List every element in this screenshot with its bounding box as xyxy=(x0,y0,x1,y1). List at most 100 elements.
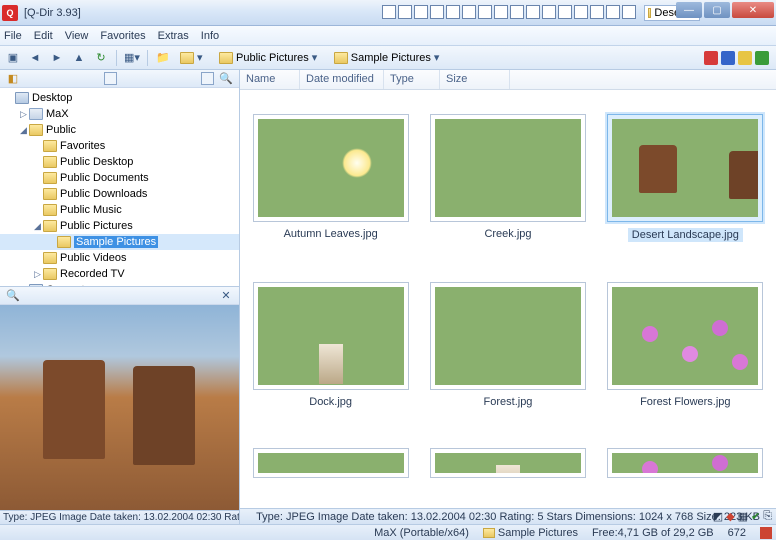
col-date[interactable]: Date modified xyxy=(300,70,384,89)
color-swatch[interactable] xyxy=(738,51,752,65)
tree-item[interactable]: ◢ Public xyxy=(0,122,239,138)
thumbnail-item[interactable]: Desert Landscape.jpg xyxy=(604,114,766,242)
tree-item-label: Public Pictures xyxy=(60,220,133,232)
thumbnail-image xyxy=(612,287,758,385)
tree-item-label: Desktop xyxy=(32,92,72,104)
tree-toggle-icon[interactable]: ◧ xyxy=(4,70,22,88)
color-swatch[interactable] xyxy=(721,51,735,65)
thumbnail-item[interactable]: Forest Flowers.jpg xyxy=(604,282,766,408)
tree-item[interactable]: Public Downloads xyxy=(0,186,239,202)
layout-preset[interactable] xyxy=(430,5,444,19)
tree-grid-icon[interactable] xyxy=(201,72,214,85)
folder-shortcut-1[interactable]: ▾ xyxy=(176,51,211,64)
layout-preset[interactable] xyxy=(398,5,412,19)
preview-panel-header: 🔍 ✕ xyxy=(0,287,239,305)
new-button[interactable]: ▣ xyxy=(4,49,22,67)
thumbnail-item[interactable]: Creek.jpg xyxy=(427,114,589,242)
status-count: 672 xyxy=(728,527,746,539)
folder-icon xyxy=(43,268,57,280)
layout-preset[interactable] xyxy=(558,5,572,19)
color-swatch[interactable] xyxy=(704,51,718,65)
info-tool-icon[interactable]: ▦ xyxy=(738,510,748,523)
thumbnail-image xyxy=(258,287,404,385)
layout-preset[interactable] xyxy=(526,5,540,19)
refresh-button[interactable]: ↻ xyxy=(92,49,110,67)
tree-item[interactable]: Favorites xyxy=(0,138,239,154)
tree-search-icon[interactable]: 🔍 xyxy=(217,70,235,88)
breadcrumb-public-pictures[interactable]: Public Pictures▾ xyxy=(215,51,326,64)
col-name[interactable]: Name xyxy=(240,70,300,89)
close-button[interactable]: ✕ xyxy=(732,2,774,18)
info-tool-icon[interactable]: ◆ xyxy=(726,510,734,523)
layout-preset[interactable] xyxy=(478,5,492,19)
tree-item[interactable]: Desktop xyxy=(0,90,239,106)
info-tool-icon[interactable]: ✔ xyxy=(751,510,760,523)
menu-view[interactable]: View xyxy=(65,30,89,42)
info-tool-icon[interactable]: ⎘ xyxy=(763,510,772,523)
expand-icon[interactable]: ▷ xyxy=(18,109,29,120)
folder-icon xyxy=(43,188,57,200)
expand-icon[interactable]: ◢ xyxy=(18,125,29,136)
layout-preset[interactable] xyxy=(510,5,524,19)
thumbnail-item[interactable] xyxy=(604,448,766,478)
folder-tree[interactable]: Desktop▷MaX◢PublicFavoritesPublic Deskto… xyxy=(0,88,239,287)
folder-icon xyxy=(43,220,57,232)
minimize-button[interactable]: — xyxy=(676,2,702,18)
layout-preset[interactable] xyxy=(462,5,476,19)
tree-item[interactable]: ▷ MaX xyxy=(0,106,239,122)
tree-item-label: Public Downloads xyxy=(60,188,147,200)
view-style-button[interactable]: ▦▾ xyxy=(123,49,141,67)
color-swatch[interactable] xyxy=(755,51,769,65)
tree-item[interactable]: Public Documents xyxy=(0,170,239,186)
thumbnail-image xyxy=(435,119,581,217)
expand-icon[interactable]: ◢ xyxy=(32,221,43,232)
thumbnail-item[interactable]: Autumn Leaves.jpg xyxy=(250,114,412,242)
tree-item[interactable]: ◢ Public Pictures xyxy=(0,218,239,234)
up-button[interactable]: ▲ xyxy=(70,49,88,67)
tree-item[interactable]: ▷Recorded TV xyxy=(0,266,239,282)
tree-item[interactable]: Sample Pictures xyxy=(0,234,239,250)
layout-preset[interactable] xyxy=(446,5,460,19)
thumbnail-item[interactable] xyxy=(427,448,589,478)
thumbnail-grid[interactable]: Autumn Leaves.jpgCreek.jpgDesert Landsca… xyxy=(240,90,776,508)
thumbnail-item[interactable]: Forest.jpg xyxy=(427,282,589,408)
folder-icon xyxy=(43,172,57,184)
back-button[interactable]: ◄ xyxy=(26,49,44,67)
tree-item-label: Public xyxy=(46,124,76,136)
thumbnail-caption: Dock.jpg xyxy=(309,396,352,408)
layout-preset[interactable] xyxy=(494,5,508,19)
tree-grid-icon[interactable] xyxy=(104,72,117,85)
thumbnail-item[interactable] xyxy=(250,448,412,478)
layout-preset[interactable] xyxy=(414,5,428,19)
layout-preset[interactable] xyxy=(590,5,604,19)
menu-file[interactable]: File xyxy=(4,30,22,42)
menu-extras[interactable]: Extras xyxy=(158,30,189,42)
maximize-button[interactable]: ▢ xyxy=(704,2,730,18)
folder-icon xyxy=(43,204,57,216)
layout-preset[interactable] xyxy=(574,5,588,19)
preview-magnify-icon[interactable]: 🔍 xyxy=(4,286,22,304)
tree-item[interactable]: Public Music xyxy=(0,202,239,218)
info-tool-icon[interactable]: ◩ xyxy=(713,510,723,523)
layout-preset[interactable] xyxy=(542,5,556,19)
layout-preset[interactable] xyxy=(606,5,620,19)
col-size[interactable]: Size xyxy=(440,70,510,89)
col-type[interactable]: Type xyxy=(384,70,440,89)
preview-close-icon[interactable]: ✕ xyxy=(217,286,235,304)
tree-item-label: MaX xyxy=(46,108,69,120)
tree-item[interactable]: Public Videos xyxy=(0,250,239,266)
menu-favorites[interactable]: Favorites xyxy=(100,30,145,42)
layout-preset[interactable] xyxy=(622,5,636,19)
layout-preset-buttons xyxy=(382,5,636,19)
menu-edit[interactable]: Edit xyxy=(34,30,53,42)
menu-info[interactable]: Info xyxy=(201,30,219,42)
tree-item[interactable]: Public Desktop xyxy=(0,154,239,170)
explorer-button[interactable]: 📁 xyxy=(154,49,172,67)
forward-button[interactable]: ► xyxy=(48,49,66,67)
status-bar: MaX (Portable/x64) Sample Pictures Free:… xyxy=(0,524,776,540)
breadcrumb-sample-pictures[interactable]: Sample Pictures▾ xyxy=(330,51,448,64)
layout-preset[interactable] xyxy=(382,5,396,19)
expand-icon[interactable]: ▷ xyxy=(32,269,43,280)
thumbnail-item[interactable]: Dock.jpg xyxy=(250,282,412,408)
thumbnail-image xyxy=(612,119,758,217)
